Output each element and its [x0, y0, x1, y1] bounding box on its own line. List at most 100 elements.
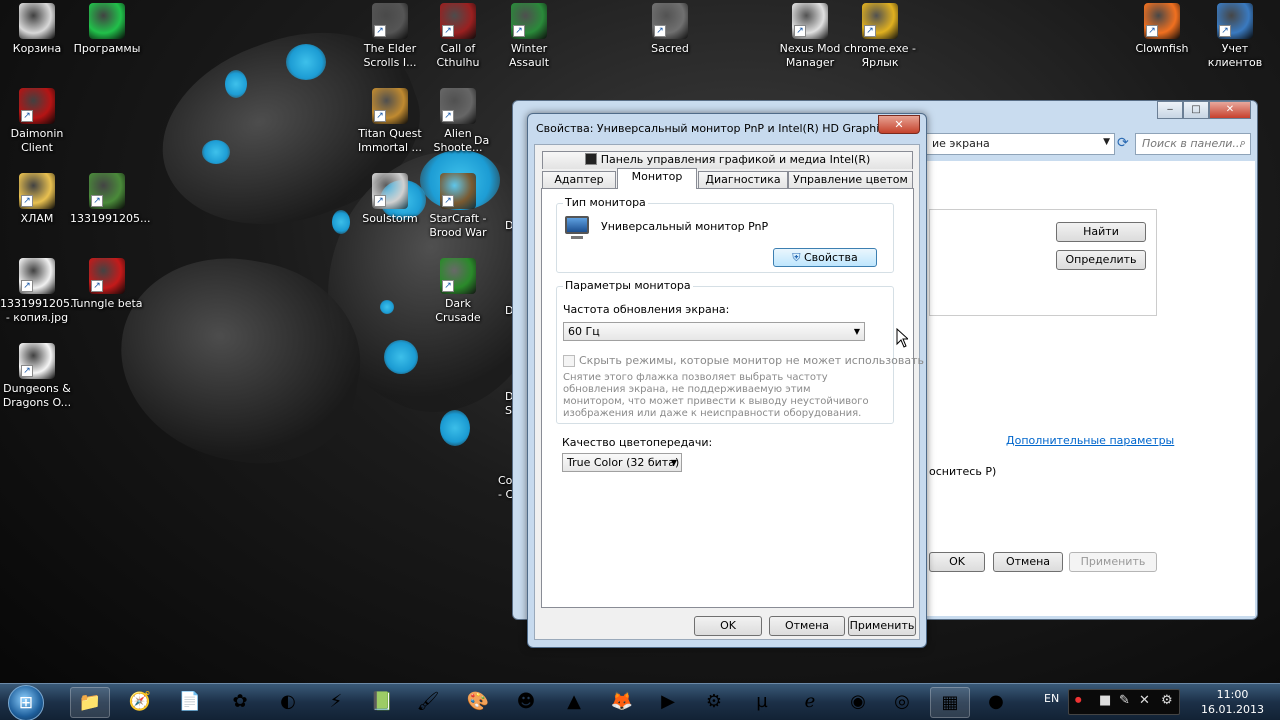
search-input[interactable]: Поиск в панели... ⌕ [1135, 133, 1251, 155]
desktop-icon[interactable]: ↗ Daimonin Client [0, 88, 74, 155]
refresh-icon[interactable]: ⟳ [1117, 135, 1129, 151]
desktop-icon[interactable]: ↗ chrome.exe - Ярлык [843, 3, 917, 70]
desktop-icon[interactable]: ↗ Учет клиентов [1198, 3, 1272, 70]
mute-icon[interactable]: ✕ [1139, 693, 1150, 708]
tab-diagnostics[interactable]: Диагностика [698, 171, 788, 189]
programs-icon [89, 3, 125, 39]
desktop-icon[interactable]: ↗ Winter Assault [492, 3, 566, 70]
shortcut-arrow-icon: ↗ [21, 195, 33, 207]
shortcut-arrow-icon: ↗ [442, 25, 454, 37]
shield-icon: ⛨ [792, 251, 801, 264]
refresh-rate-value: 60 Гц [568, 325, 600, 338]
app-icon[interactable]: ◐ [268, 687, 308, 718]
desktop-icon-label: 1331991205... - копия.jpg [0, 297, 81, 324]
monitor-type-legend: Тип монитора [563, 196, 648, 209]
ie-icon[interactable]: ℯ [790, 687, 830, 718]
media-icon[interactable]: ▶ [648, 687, 688, 718]
refresh-rate-select[interactable]: 60 Гц ▼ [563, 322, 865, 341]
square-icon[interactable]: ■ [1099, 693, 1111, 708]
tab-monitor[interactable]: Монитор [617, 168, 697, 189]
document-icon: ↗ [19, 343, 55, 379]
desktop-icon-label: Dungeons & Dragons O... [2, 382, 72, 409]
chrome-icon[interactable]: ◎ [882, 687, 922, 718]
start-button[interactable]: ⊞ [8, 685, 44, 720]
firefox-icon[interactable]: ◉ [838, 687, 878, 718]
desktop-icon[interactable]: ↗ Sacred [633, 3, 707, 56]
desktop-icon-label: Nexus Mod Manager [779, 42, 841, 69]
minimize-icon[interactable]: ‒ [1157, 101, 1183, 119]
desktop-icon-label: Soulstorm [362, 212, 418, 225]
shortcut-arrow-icon: ↗ [374, 25, 386, 37]
chevron-down-icon[interactable]: ▼ [1103, 137, 1110, 147]
icq-icon[interactable]: ✿ [220, 687, 260, 718]
desktop-icon[interactable]: ↗ Soulstorm [353, 173, 427, 226]
desktop-icon[interactable]: ↗ Dark Crusade [421, 258, 495, 325]
desktop-icon[interactable]: ↗ Call of Cthulhu [421, 3, 495, 70]
color-quality-select[interactable]: True Color (32 бита) ▼ [562, 453, 682, 472]
close-icon[interactable]: ✕ [1209, 101, 1251, 119]
clients-icon: ↗ [1217, 3, 1253, 39]
desktop-icon-label: The Elder Scrolls I... [363, 42, 417, 69]
address-bar[interactable]: ие экрана ▼ [925, 133, 1115, 155]
desktop-icon-label: Sacred [651, 42, 689, 55]
desktop-icon[interactable]: ↗ Titan Quest Immortal ... [353, 88, 427, 155]
desktop-icon[interactable]: ↗ ХЛАМ [0, 173, 74, 226]
tab-intel-graphics[interactable]: Панель управления графикой и медиа Intel… [542, 151, 913, 169]
ok-button[interactable]: OK [929, 552, 985, 572]
explorer-icon[interactable]: 📁 [70, 687, 110, 718]
elder-scrolls-icon: ↗ [372, 3, 408, 39]
image-file-icon: ↗ [89, 173, 125, 209]
desktop-icon[interactable]: ↗ StarCraft - Brood War [421, 173, 495, 240]
record-stop-icon[interactable]: ⏺ [1075, 693, 1082, 708]
ok-button[interactable]: OK [694, 616, 762, 636]
find-button[interactable]: Найти [1056, 222, 1146, 242]
desktop-icon-label: chrome.exe - Ярлык [844, 42, 916, 69]
file-icon[interactable]: 📄 [170, 687, 210, 718]
warning-icon[interactable]: ▲ [554, 687, 594, 718]
book-icon[interactable]: 📗 [362, 687, 402, 718]
sacred-icon: ↗ [652, 3, 688, 39]
fox-icon[interactable]: 🦊 [602, 687, 642, 718]
cancel-button[interactable]: Отмена [993, 552, 1063, 572]
desktop-icon[interactable]: ↗ Tunngle beta [70, 258, 144, 311]
shortcut-arrow-icon: ↗ [21, 365, 33, 377]
desktop-icon-label: Titan Quest Immortal ... [357, 127, 423, 154]
steam-icon[interactable]: ⚙ [694, 687, 734, 718]
desktop-icon[interactable]: ↗ 1331991205... [70, 173, 150, 226]
desktop-icon[interactable]: Корзина [0, 3, 74, 56]
desktop-icon-label: ХЛАМ [20, 212, 54, 225]
safari-icon[interactable]: 🧭 [120, 687, 160, 718]
detect-button[interactable]: Определить [1056, 250, 1146, 270]
record-icon[interactable]: ● [976, 687, 1016, 718]
tab-adapter[interactable]: Адаптер [542, 171, 616, 189]
language-indicator[interactable]: EN [1044, 692, 1059, 705]
shortcut-arrow-icon: ↗ [21, 280, 33, 292]
monitor-tab-page: Тип монитора Универсальный монитор PnP ⛨… [541, 188, 924, 608]
palette-icon[interactable]: 🎨 [458, 687, 498, 718]
desktop-icon[interactable]: ↗ Clownfish [1125, 3, 1199, 56]
desktop-icon[interactable]: ↗ 1331991205... - копия.jpg [0, 258, 81, 325]
maximize-icon[interactable]: □ [1183, 101, 1209, 119]
desktop-icon[interactable]: Программы [70, 3, 144, 56]
lightning-icon[interactable]: ⚡ [316, 687, 356, 718]
utorrent-icon[interactable]: µ [742, 687, 782, 718]
desktop-icon[interactable]: ↗ The Elder Scrolls I... [353, 3, 427, 70]
pen-icon[interactable]: ✎ [1119, 693, 1130, 708]
desktop-icon-label: Программы [73, 42, 141, 55]
shortcut-arrow-icon: ↗ [864, 25, 876, 37]
properties-button[interactable]: ⛨ Свойства [773, 248, 877, 267]
cancel-button[interactable]: Отмена [769, 616, 845, 636]
apply-button[interactable]: Применить [848, 616, 916, 636]
mask-icon[interactable]: ☻ [506, 687, 546, 718]
close-icon[interactable]: ✕ [878, 115, 920, 134]
desktop-icon-label: Winter Assault [508, 42, 550, 69]
settings-icon[interactable]: ⚙ [1161, 693, 1173, 708]
desktop-icon[interactable]: ↗ Dungeons & Dragons O... [0, 343, 74, 410]
desktop-icon[interactable]: ↗ Nexus Mod Manager [773, 3, 847, 70]
tab-color-management[interactable]: Управление цветом [788, 171, 913, 189]
advanced-settings-link[interactable]: Дополнительные параметры [1006, 434, 1174, 447]
paint-icon[interactable]: 🖌 [408, 687, 448, 718]
system-clock[interactable]: 11:00 16.01.2013 [1201, 687, 1264, 717]
monitor-params-legend: Параметры монитора [563, 279, 693, 292]
control-panel-icon[interactable]: ▦ [930, 687, 970, 718]
